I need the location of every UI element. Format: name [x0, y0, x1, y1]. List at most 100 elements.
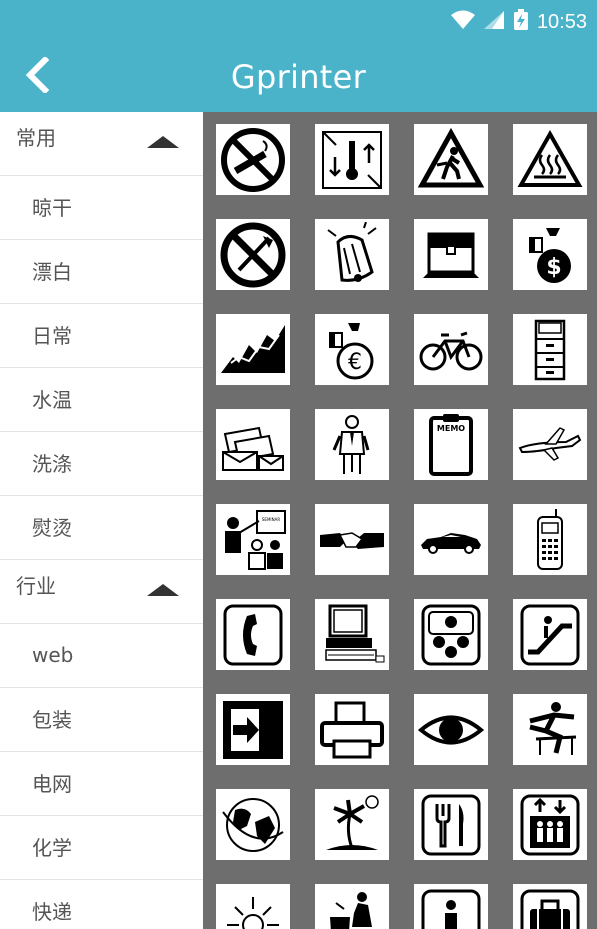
category-item[interactable]: 包装: [0, 688, 203, 752]
category-item[interactable]: 漂白: [0, 240, 203, 304]
icon-cell[interactable]: [216, 124, 290, 195]
status-icons: 10:53: [450, 9, 587, 34]
icon-cell[interactable]: [315, 694, 389, 765]
wifi-icon: [450, 10, 475, 34]
category-item[interactable]: 熨烫: [0, 496, 203, 560]
icon-grid: $ € MEMO SEMINAR: [203, 112, 597, 929]
icon-cell[interactable]: [513, 504, 587, 575]
icon-cell[interactable]: [513, 314, 587, 385]
category-item[interactable]: 日常: [0, 304, 203, 368]
category-item[interactable]: 电网: [0, 752, 203, 816]
category-item-label: 水温: [32, 388, 72, 412]
category-item-label: 快递: [32, 900, 72, 924]
telephone-icon: [223, 604, 283, 665]
icon-cell[interactable]: [315, 504, 389, 575]
growth-chart-icon: [221, 324, 285, 373]
category-item-label: 电网: [32, 772, 72, 796]
elevator-icon: [520, 794, 580, 855]
caution-pedestrian-icon: [417, 127, 485, 187]
icon-cell[interactable]: [513, 694, 587, 765]
icon-cell[interactable]: [315, 409, 389, 480]
icon-cell[interactable]: [414, 599, 488, 670]
icon-cell[interactable]: [216, 314, 290, 385]
mobile-phone-icon: [537, 508, 563, 570]
category-item[interactable]: 水温: [0, 368, 203, 432]
jet-icon: [518, 426, 582, 461]
icon-cell[interactable]: [315, 219, 389, 290]
category-item[interactable]: 晾干: [0, 176, 203, 240]
seminar-label: SEMINAR: [262, 517, 280, 522]
palm-island-icon: [326, 794, 379, 850]
computer-icon: [325, 604, 385, 662]
status-time: 10:53: [536, 10, 587, 33]
category-item-label: 晾干: [32, 196, 72, 220]
page-title: Gprinter: [230, 58, 367, 96]
icon-cell[interactable]: [216, 219, 290, 290]
file-cabinet-icon: [534, 319, 566, 380]
collapse-arrow-icon[interactable]: [147, 136, 179, 148]
icon-cell[interactable]: [216, 409, 290, 480]
category-item[interactable]: 快递: [0, 880, 203, 929]
icon-cell[interactable]: [414, 789, 488, 860]
luggage-icon: [520, 889, 580, 929]
category-item[interactable]: 洗涤: [0, 432, 203, 496]
no-tools-icon: [220, 222, 286, 287]
icon-cell[interactable]: [315, 789, 389, 860]
icon-cell[interactable]: $: [513, 219, 587, 290]
icon-cell[interactable]: [315, 599, 389, 670]
icon-cell[interactable]: [216, 789, 290, 860]
icon-cell[interactable]: [513, 789, 587, 860]
dollar-bag-icon: $: [529, 227, 571, 283]
svg-text:€: €: [348, 350, 362, 375]
icon-cell[interactable]: [513, 124, 587, 195]
envelopes-icon: [222, 426, 284, 471]
icon-cell[interactable]: [513, 409, 587, 480]
memo-label: MEMO: [437, 424, 465, 433]
icon-cell[interactable]: [315, 884, 389, 929]
icon-cell[interactable]: [414, 694, 488, 765]
temperature-icon: [322, 130, 382, 189]
category-sidebar: 常用 晾干 漂白 日常 水温 洗涤 熨烫 行业 web 包装 电网 化学 快递: [0, 112, 203, 929]
car-icon: [421, 532, 481, 554]
icon-cell[interactable]: [216, 694, 290, 765]
app-bar: Gprinter: [0, 44, 597, 112]
icon-cell[interactable]: [414, 884, 488, 929]
category-group-header[interactable]: 行业: [0, 560, 203, 624]
icon-cell[interactable]: [414, 219, 488, 290]
memo-clipboard-icon: MEMO: [429, 413, 473, 476]
icon-cell[interactable]: [315, 124, 389, 195]
globe-icon: [222, 797, 284, 852]
hot-surface-icon: [517, 129, 583, 187]
icon-cell[interactable]: [414, 314, 488, 385]
category-item-label: web: [32, 642, 74, 667]
escalator-icon: [520, 604, 580, 665]
icon-cell[interactable]: [513, 884, 587, 929]
waste-bin-icon: [330, 891, 372, 929]
status-bar: 10:53: [0, 0, 597, 44]
person-icon: [421, 889, 481, 929]
signal-icon: [483, 10, 505, 34]
icon-cell[interactable]: [216, 884, 290, 929]
icon-cell[interactable]: MEMO: [414, 409, 488, 480]
icon-cell[interactable]: SEMINAR: [216, 504, 290, 575]
svg-text:$: $: [546, 255, 561, 280]
icon-cell[interactable]: [216, 599, 290, 670]
category-group-header[interactable]: 常用: [0, 112, 203, 176]
category-item-label: 日常: [32, 324, 72, 348]
icon-cell[interactable]: [513, 599, 587, 670]
category-item[interactable]: web: [0, 624, 203, 688]
icon-cell[interactable]: [414, 504, 488, 575]
icon-cell[interactable]: [414, 124, 488, 195]
category-item-label: 漂白: [32, 260, 72, 284]
icon-cell[interactable]: €: [315, 314, 389, 385]
category-item[interactable]: 化学: [0, 816, 203, 880]
printer-icon: [320, 701, 384, 758]
category-group-label: 行业: [16, 574, 56, 598]
collapse-arrow-icon[interactable]: [147, 584, 179, 596]
category-item-label: 熨烫: [32, 516, 72, 540]
category-group-label: 常用: [16, 126, 56, 150]
enter-icon: [223, 700, 283, 759]
euro-bag-icon: €: [329, 322, 374, 379]
category-item-label: 包装: [32, 708, 72, 732]
currency-exchange-icon: [421, 604, 481, 665]
